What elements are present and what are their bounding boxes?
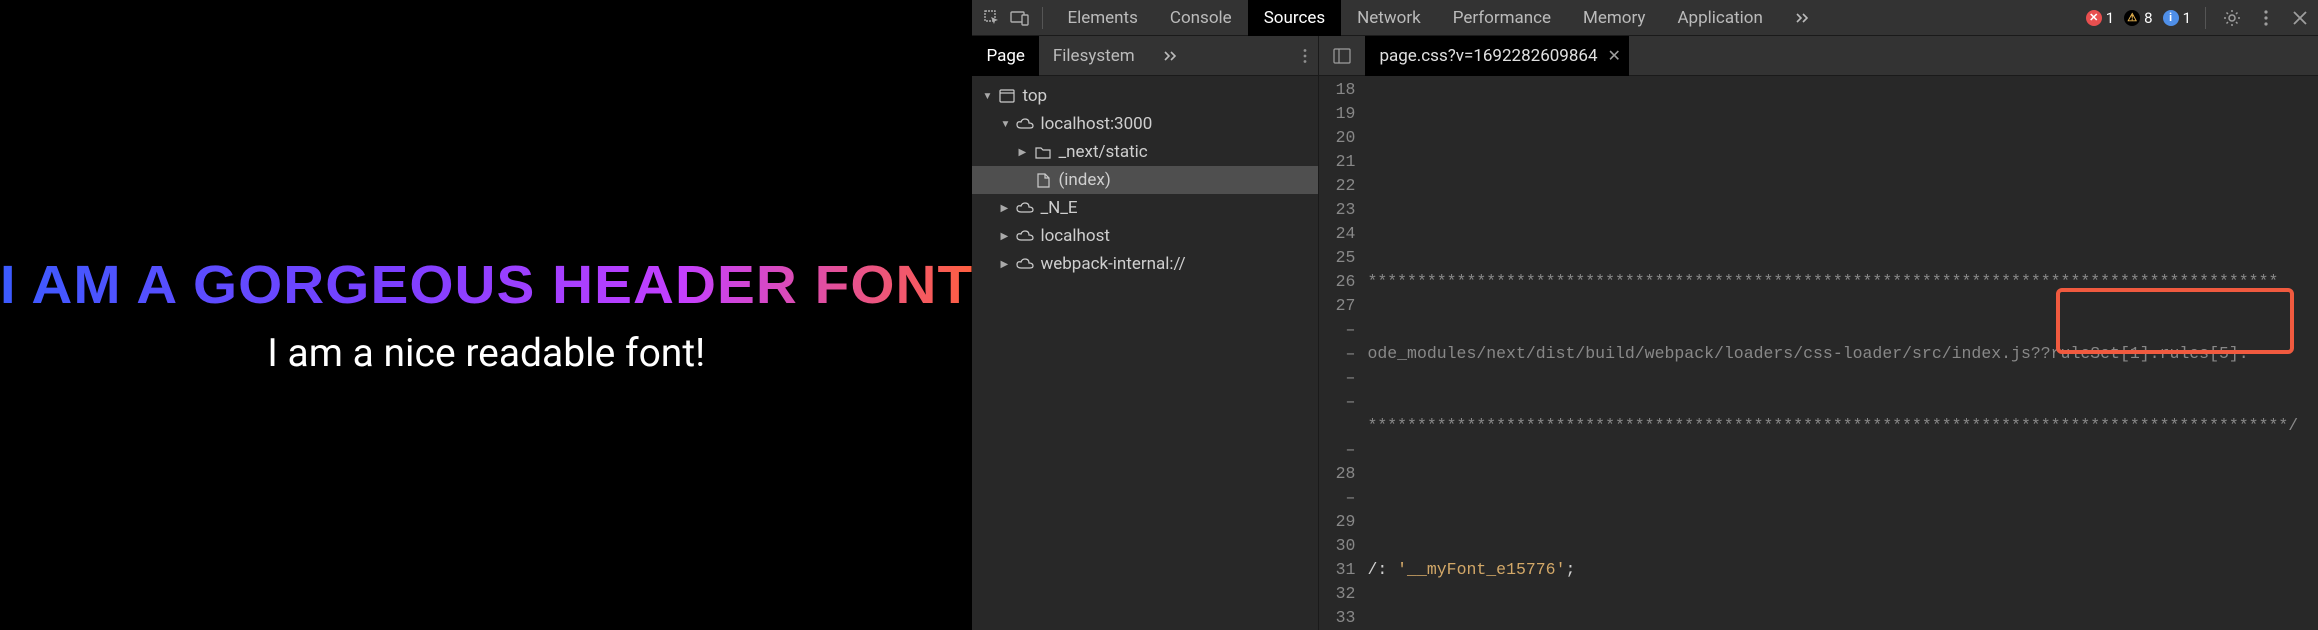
tree-index-file[interactable]: (index) [972,166,1318,194]
devtools-top-tabs: Elements Console Sources Network Perform… [972,0,2318,36]
page-header-text: I AM A GORGEOUS HEADER FONT [0,254,973,316]
tab-application[interactable]: Application [1661,0,1778,36]
file-tab-pagecss[interactable]: page.css?v=1692282609864 ✕ [1365,36,1629,76]
tree-n-e[interactable]: ▶ _N_E [972,194,1318,222]
close-devtools-icon[interactable] [2288,6,2312,30]
chevron-right-icon: ▶ [1000,231,1010,242]
info-count-badge[interactable]: i 1 [2163,9,2191,27]
more-menu-icon[interactable] [2254,6,2278,30]
chevron-right-icon: ▶ [1000,203,1010,214]
close-icon[interactable]: ✕ [1608,46,1621,65]
page-body-text: I am a nice readable font! [267,330,705,376]
devtools-status-area: ✕ 1 ⚠ 8 i 1 [2086,6,2312,30]
settings-gear-icon[interactable] [2220,6,2244,30]
info-icon: i [2163,10,2179,26]
chevron-down-icon: ▼ [1000,119,1010,130]
chevron-down-icon: ▼ [982,91,992,102]
cloud-icon [1016,227,1034,245]
line-gutter: 18 19 20 21 22 23 24 25 26 27 – – – – – [1319,76,1363,630]
tab-memory[interactable]: Memory [1567,0,1661,36]
warning-count-badge[interactable]: ⚠ 8 [2124,9,2152,27]
sidebar-tabs: Page Filesystem [972,36,1318,76]
tree-localhost[interactable]: ▶ localhost [972,222,1318,250]
tree-label: webpack-internal:// [1040,254,1185,274]
warning-icon: ⚠ [2124,10,2140,26]
tree-label: localhost:3000 [1040,114,1152,134]
tree-webpack-internal[interactable]: ▶ webpack-internal:// [972,250,1318,278]
window-icon [998,87,1016,105]
tree-label: _N_E [1040,198,1077,218]
subtab-filesystem[interactable]: Filesystem [1039,36,1149,76]
editor-tabs: page.css?v=1692282609864 ✕ [1319,36,2318,76]
tab-console[interactable]: Console [1154,0,1248,36]
file-tab-label: page.css?v=1692282609864 [1379,46,1597,66]
error-icon: ✕ [2086,10,2102,26]
warning-count: 8 [2144,9,2152,27]
chevron-right-icon: ▶ [1018,147,1028,158]
devtools-panel: Elements Console Sources Network Perform… [972,0,2318,630]
cloud-icon [1016,115,1034,133]
tree-next-static[interactable]: ▶ _next/static [972,138,1318,166]
file-icon [1034,171,1052,189]
toggle-device-icon[interactable] [1006,4,1034,32]
file-tree: ▼ top ▼ localhost:3000 ▶ _next/static [972,76,1318,284]
rendered-page-preview: I AM A GORGEOUS HEADER FONT I am a nice … [0,0,972,630]
code-area[interactable]: 18 19 20 21 22 23 24 25 26 27 – – – – – [1319,76,2318,630]
tree-label: top [1022,86,1047,106]
error-count-badge[interactable]: ✕ 1 [2086,9,2114,27]
cloud-icon [1016,199,1034,217]
sidebar-more-icon[interactable] [1292,48,1318,64]
cloud-icon [1016,255,1034,273]
tree-label: (index) [1058,170,1110,190]
tab-overflow-icon[interactable] [1779,0,1829,36]
sources-sidebar: Page Filesystem ▼ top ▼ localho [972,36,1319,630]
subtab-overflow-icon[interactable] [1149,36,1195,76]
chevron-right-icon: ▶ [1000,259,1010,270]
subtab-page[interactable]: Page [972,36,1038,76]
inspect-element-icon[interactable] [978,4,1006,32]
code-editor: page.css?v=1692282609864 ✕ 18 19 20 21 2… [1319,36,2318,630]
tab-elements[interactable]: Elements [1051,0,1153,36]
folder-icon [1034,143,1052,161]
tab-network[interactable]: Network [1341,0,1437,36]
error-count: 1 [2106,9,2114,27]
tree-label: localhost [1040,226,1110,246]
code-lines: ****************************************… [1363,76,2318,630]
tree-label: _next/static [1058,142,1147,162]
divider [1042,7,1043,29]
tree-host[interactable]: ▼ localhost:3000 [972,110,1318,138]
divider [2205,7,2206,29]
tab-sources[interactable]: Sources [1248,0,1341,36]
toggle-navigator-icon[interactable] [1325,48,1359,64]
tab-performance[interactable]: Performance [1437,0,1567,36]
tree-top[interactable]: ▼ top [972,82,1318,110]
info-count: 1 [2183,9,2191,27]
